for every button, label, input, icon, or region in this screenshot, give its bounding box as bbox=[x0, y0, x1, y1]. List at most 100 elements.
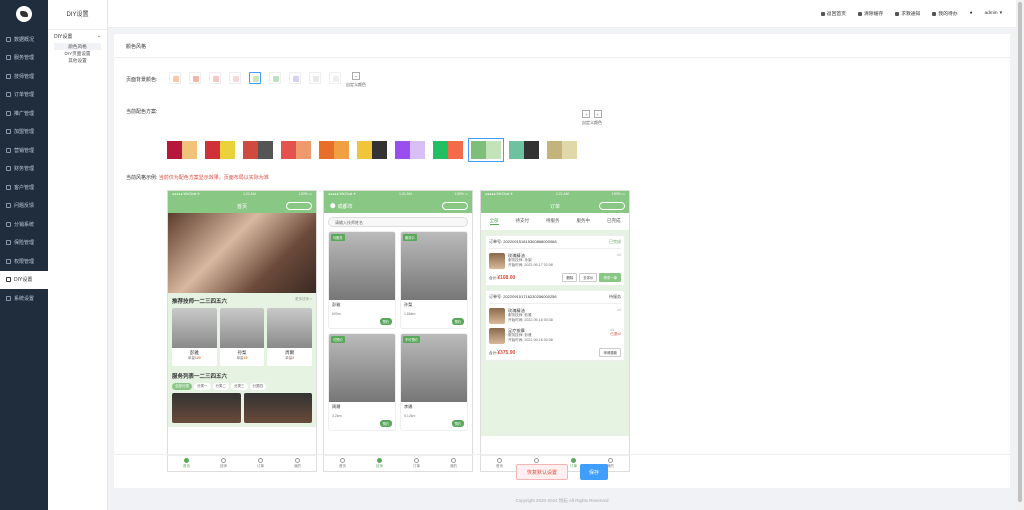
palette-color bbox=[319, 141, 334, 159]
nav-item[interactable]: 加盟管理 bbox=[0, 123, 48, 142]
distance: 600m bbox=[332, 312, 341, 316]
palette-option[interactable] bbox=[357, 141, 387, 159]
order-status: 待服务 bbox=[609, 294, 621, 299]
bg-color-swatch[interactable] bbox=[269, 72, 281, 84]
menu-icon bbox=[6, 110, 11, 116]
nav-item[interactable]: 技师管理 bbox=[0, 67, 48, 86]
nav-item[interactable]: 服务管理 bbox=[0, 49, 48, 68]
book-button[interactable]: 预约 bbox=[451, 318, 464, 325]
nav-item[interactable]: 问题反馈 bbox=[0, 197, 48, 216]
menu-icon bbox=[6, 277, 11, 283]
technician-card[interactable]: 孙梨 单量19 bbox=[219, 308, 265, 366]
palette-color bbox=[205, 141, 220, 159]
technician-orders: 单量19 bbox=[236, 356, 248, 360]
nav-item[interactable]: 权限管理 bbox=[0, 252, 48, 271]
nav-item[interactable]: 保险管理 bbox=[0, 234, 48, 253]
order-tab[interactable]: 服务中 bbox=[577, 218, 591, 225]
subnav-item-other[interactable]: 其他设置 bbox=[48, 57, 107, 64]
save-button[interactable]: 保存 bbox=[580, 464, 608, 480]
back-home-link[interactable]: 返回首页 bbox=[820, 10, 846, 17]
palette-color bbox=[372, 141, 387, 159]
technician-card[interactable]: 彭雅 单量120 bbox=[172, 308, 217, 366]
palette-option[interactable] bbox=[281, 141, 311, 159]
order-action-button[interactable]: 再来一单 bbox=[599, 273, 621, 282]
technician-cell[interactable]: 可服务 彭雅 600m 预约 bbox=[328, 231, 396, 329]
status-badge: 不可预约 bbox=[403, 336, 420, 343]
bell-icon: ● bbox=[969, 11, 973, 16]
palette-option[interactable] bbox=[433, 141, 463, 159]
nav-item[interactable]: 客户管理 bbox=[0, 178, 48, 197]
nav-item[interactable]: 数据概况 bbox=[0, 30, 48, 49]
category-chip[interactable]: 分类一 bbox=[194, 383, 211, 390]
category-chip[interactable]: 分类三 bbox=[231, 383, 248, 390]
palette-option[interactable] bbox=[468, 138, 504, 162]
category-chip[interactable]: 分类二 bbox=[212, 383, 229, 390]
custom-palette-color[interactable]: + + 自定义颜色 bbox=[582, 110, 602, 126]
tab-color-style[interactable]: 颜色风格 bbox=[114, 34, 1010, 58]
technician-name: 孙梨 bbox=[404, 302, 413, 307]
technician-cell[interactable]: 不可预约 李娜 5.12km 预约 bbox=[400, 333, 468, 431]
category-chip[interactable]: 分类四 bbox=[249, 383, 266, 390]
bg-color-swatch[interactable] bbox=[229, 72, 241, 84]
order-tab[interactable]: 全部 bbox=[489, 218, 499, 225]
bg-color-swatch[interactable] bbox=[249, 72, 261, 84]
technician-name: 周爾 bbox=[332, 404, 341, 409]
bell-button[interactable]: ● bbox=[970, 11, 973, 16]
nav-item[interactable]: 系统设置 bbox=[0, 289, 48, 308]
subnav-group[interactable]: DIY设置 ⌄ bbox=[48, 30, 107, 43]
bg-color-swatch[interactable] bbox=[209, 72, 221, 84]
order-tab[interactable]: 待支付 bbox=[516, 218, 530, 225]
subnav-item-color-style[interactable]: 颜色风格 bbox=[54, 43, 101, 50]
bg-color-swatch[interactable] bbox=[169, 72, 181, 84]
order-tab[interactable]: 待服务 bbox=[546, 218, 560, 225]
order-tab[interactable]: 已完成 bbox=[607, 218, 621, 225]
book-button[interactable]: 预约 bbox=[379, 420, 392, 427]
content-card: 颜色风格 页面背景颜色: + 自定义颜色 当前配色方案: + + 自定义颜色 当前风格… bbox=[114, 34, 1010, 488]
palette-option[interactable] bbox=[319, 141, 349, 159]
subnav-item-diy-page[interactable]: DIY页面设置 bbox=[48, 50, 107, 57]
palette-option[interactable] bbox=[509, 141, 539, 159]
palette-option[interactable] bbox=[547, 141, 577, 159]
book-button[interactable]: 预约 bbox=[379, 318, 392, 325]
palette-color bbox=[243, 141, 258, 159]
reset-default-button[interactable]: 恢复默认设置 bbox=[516, 464, 568, 480]
palette-color bbox=[486, 141, 501, 159]
clear-cache-link[interactable]: 清除缓存 bbox=[857, 10, 883, 17]
nav-item[interactable]: 营销管理 bbox=[0, 141, 48, 160]
scrollbar[interactable] bbox=[1016, 0, 1024, 510]
technician-card[interactable]: 周爾 单量2 bbox=[267, 308, 313, 366]
palette-option[interactable] bbox=[243, 141, 273, 159]
nav-item[interactable]: 分销系统 bbox=[0, 215, 48, 234]
order-action-button[interactable]: 去评价 bbox=[579, 273, 598, 282]
order-card[interactable]: 订单号: 202209151815300868000068 已完成 玫瑰精油 服务技师… bbox=[485, 235, 625, 286]
book-button[interactable]: 预约 bbox=[451, 420, 464, 427]
chevron-down-icon: ⌄ bbox=[96, 33, 101, 39]
technician-name: 彭雅 bbox=[332, 302, 341, 307]
order-action-button[interactable]: 申请退款 bbox=[599, 348, 621, 357]
technician-search[interactable]: 请输入技师姓名 bbox=[328, 217, 468, 227]
bg-color-swatch[interactable] bbox=[289, 72, 301, 84]
bg-color-swatch[interactable] bbox=[189, 72, 201, 84]
nav-item[interactable]: 订单管理 bbox=[0, 86, 48, 105]
palette-option[interactable] bbox=[395, 141, 425, 159]
palette-option[interactable] bbox=[167, 141, 197, 159]
nav-item[interactable]: 推广管理 bbox=[0, 104, 48, 123]
order-action-button[interactable]: 删除 bbox=[562, 273, 578, 282]
nav-item[interactable]: DIY设置 bbox=[0, 270, 48, 289]
technician-cell[interactable]: 服务中 孙梨 1.86km 预约 bbox=[400, 231, 468, 329]
caret-down-icon: ▾ bbox=[999, 11, 1002, 16]
user-menu[interactable]: admin ▾ bbox=[985, 11, 1003, 16]
nav-item[interactable]: 财务管理 bbox=[0, 160, 48, 179]
custom-bg-color[interactable]: + 自定义颜色 bbox=[346, 72, 366, 88]
bg-color-swatch[interactable] bbox=[309, 72, 321, 84]
palette-color bbox=[524, 141, 539, 159]
technician-photo bbox=[401, 334, 467, 402]
category-chip[interactable]: 全部分类 bbox=[172, 383, 192, 390]
todo-link[interactable]: 我的待办 bbox=[932, 10, 958, 17]
action-bar: 恢复默认设置 保存 bbox=[114, 454, 1010, 480]
order-card[interactable]: 订单号: 202209151716230256000256 待服务 玫瑰精油 服务技师… bbox=[485, 290, 625, 361]
technician-cell[interactable]: 可预约 周爾 3.2km 预约 bbox=[328, 333, 396, 431]
sos-notice-link[interactable]: 求救通知 bbox=[895, 10, 920, 17]
palette-option[interactable] bbox=[205, 141, 235, 159]
bg-color-swatch[interactable] bbox=[329, 72, 341, 84]
